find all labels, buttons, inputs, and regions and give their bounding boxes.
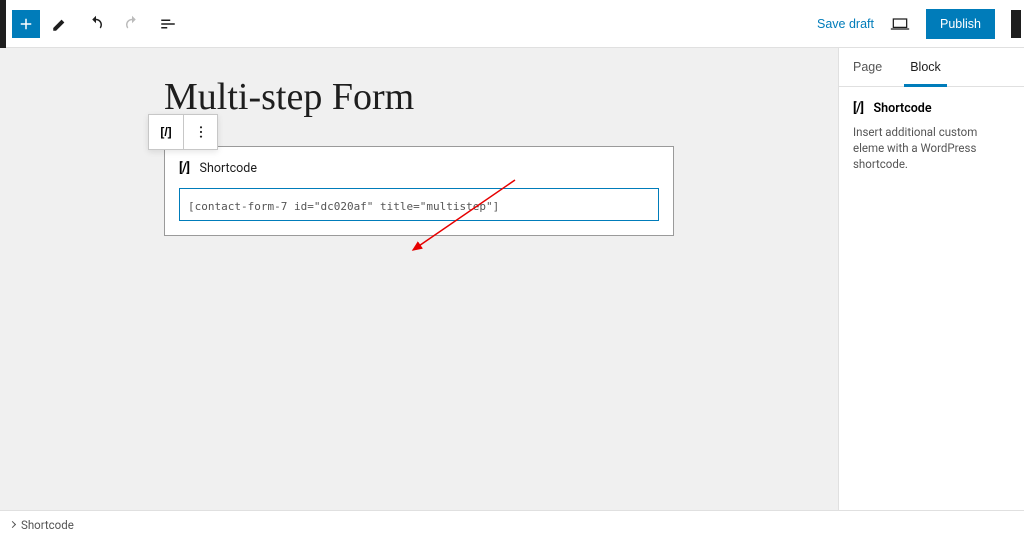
shortcode-input[interactable] xyxy=(188,200,650,213)
tab-block[interactable]: Block xyxy=(896,48,955,86)
publish-button[interactable]: Publish xyxy=(926,9,995,39)
shortcode-icon: [/] xyxy=(179,161,190,176)
block-breadcrumb: Shortcode xyxy=(0,510,1024,538)
tools-button[interactable] xyxy=(44,8,76,40)
add-block-button[interactable] xyxy=(12,10,40,38)
save-draft-button[interactable]: Save draft xyxy=(817,17,874,31)
document-overview-button[interactable] xyxy=(152,8,184,40)
sidebar-tabs: Page Block xyxy=(839,48,1024,87)
shortcode-input-wrap xyxy=(179,188,659,221)
block-toolbar: [/] xyxy=(148,114,218,150)
admin-bar-edge xyxy=(0,0,6,48)
settings-edge xyxy=(1011,10,1021,38)
shortcode-block[interactable]: [/] Shortcode xyxy=(164,146,674,236)
block-options-button[interactable] xyxy=(183,115,217,149)
shortcode-icon: [/] xyxy=(853,101,864,116)
toolbar-right: Save draft Publish xyxy=(817,8,1016,40)
page-title[interactable]: Multi-step Form xyxy=(164,78,674,116)
tab-page[interactable]: Page xyxy=(839,48,896,86)
block-title: Shortcode xyxy=(200,161,257,176)
redo-button[interactable] xyxy=(116,8,148,40)
list-view-icon xyxy=(159,15,177,33)
top-toolbar: Save draft Publish xyxy=(0,0,1024,48)
panel-title: Shortcode xyxy=(874,101,932,116)
undo-icon xyxy=(87,15,105,33)
preview-button[interactable] xyxy=(884,8,916,40)
shortcode-icon: [/] xyxy=(160,125,171,139)
redo-icon xyxy=(123,15,141,33)
breadcrumb-item[interactable]: Shortcode xyxy=(21,518,74,532)
toolbar-left xyxy=(8,0,184,48)
panel-description: Insert additional custom eleme with a Wo… xyxy=(853,124,1010,172)
more-vertical-icon xyxy=(193,124,209,140)
editor-canvas[interactable]: Multi-step Form [/] Shortcode [/] xyxy=(0,48,838,510)
panel-header: [/] Shortcode xyxy=(853,101,1010,116)
main-area: Multi-step Form [/] Shortcode [/] xyxy=(0,48,1024,510)
block-panel: [/] Shortcode Insert additional custom e… xyxy=(839,87,1024,186)
plus-icon xyxy=(17,15,35,33)
chevron-right-icon xyxy=(9,521,16,528)
canvas-inner: Multi-step Form [/] Shortcode xyxy=(0,48,838,236)
settings-sidebar: Page Block [/] Shortcode Insert addition… xyxy=(838,48,1024,510)
block-type-button[interactable]: [/] xyxy=(149,115,183,149)
pencil-icon xyxy=(51,15,69,33)
laptop-icon xyxy=(890,14,910,34)
block-header: [/] Shortcode xyxy=(179,161,659,176)
undo-button[interactable] xyxy=(80,8,112,40)
